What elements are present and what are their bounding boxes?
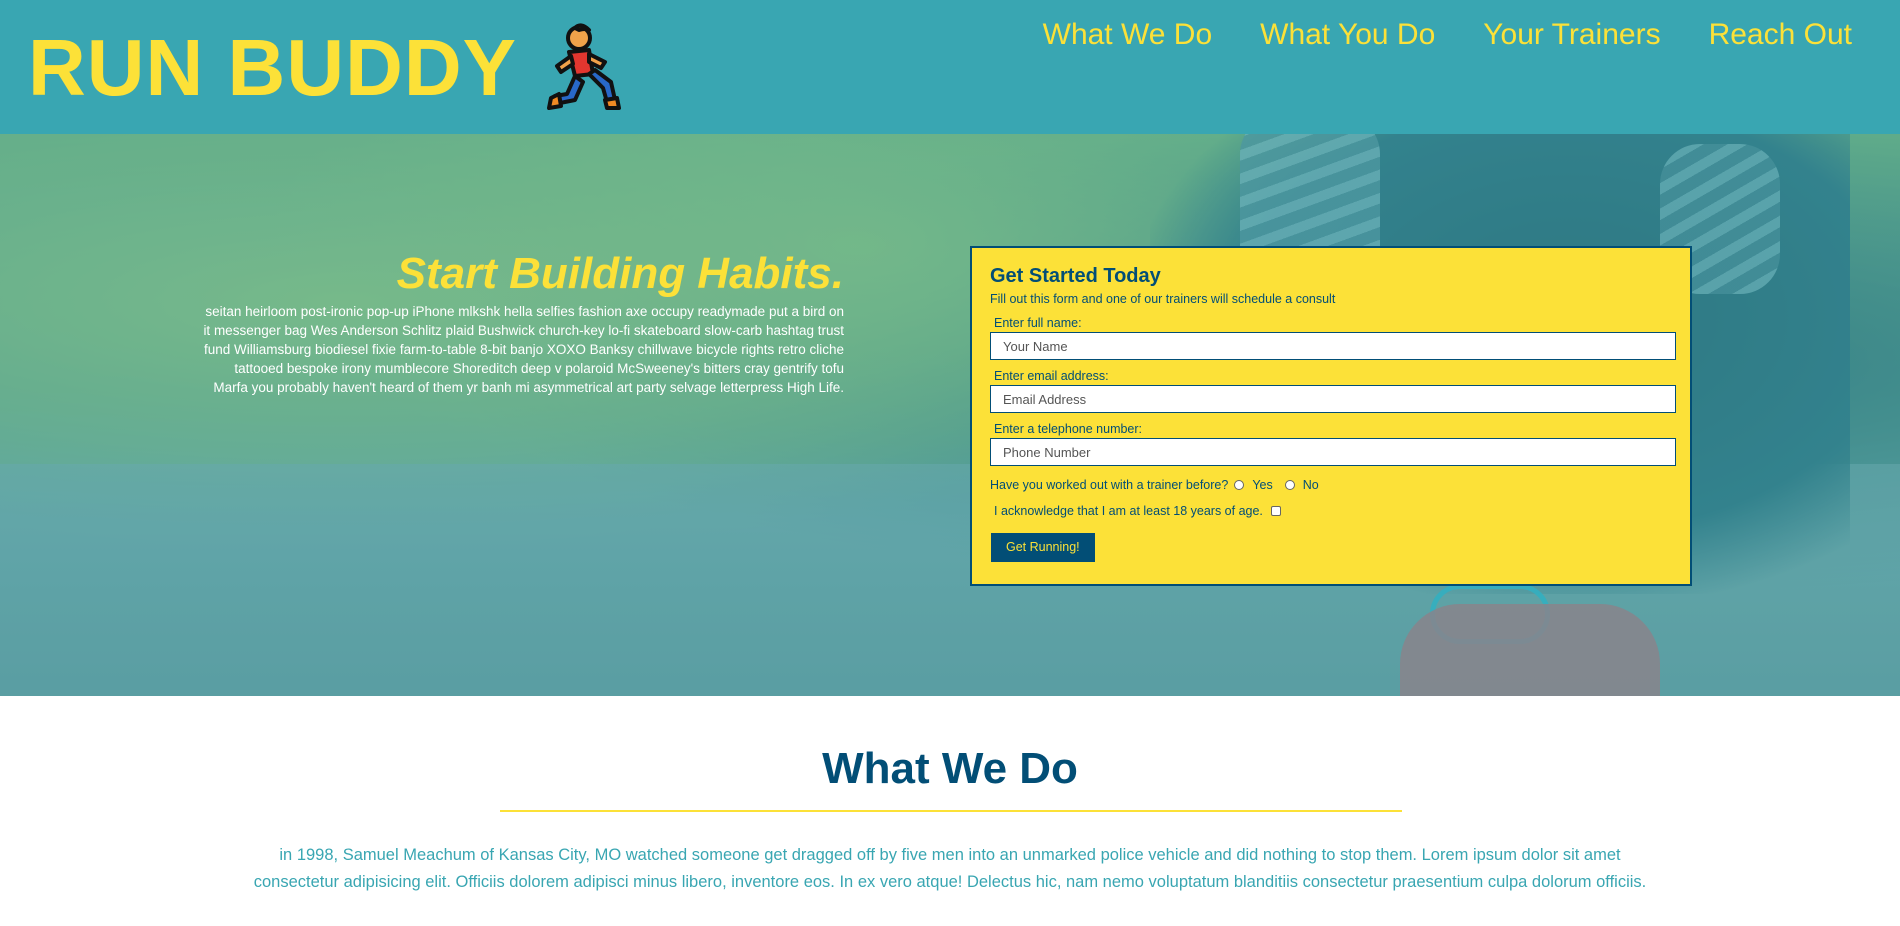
main-nav: What We Do What You Do Your Trainers Rea… [1043,14,1852,56]
hero-body: seitan heirloom post-ironic pop-up iPhon… [203,304,844,395]
nav-link-what-we-do[interactable]: What We Do [1043,14,1213,56]
email-field-group: Enter email address: [990,369,1676,413]
age-ack-checkbox[interactable] [1270,506,1281,516]
signup-form: Get Started Today Fill out this form and… [970,246,1692,586]
form-subtitle: Fill out this form and one of our traine… [990,292,1336,306]
runner-emoji-icon [547,23,621,110]
hero-copy: Start Building Habits. seitan heirloom p… [200,248,844,397]
no-radio[interactable] [1284,480,1295,490]
name-field-group: Enter full name: [990,316,1676,360]
nav-link-your-trainers[interactable]: Your Trainers [1483,14,1660,56]
brand[interactable]: RUN BUDDY [28,22,625,114]
what-we-do-body: in 1998, Samuel Meachum of Kansas City, … [253,846,1647,891]
email-input[interactable] [990,385,1676,413]
name-label: Enter full name: [994,316,1082,330]
phone-label: Enter a telephone number: [994,422,1143,436]
age-ack-label: I acknowledge that I am at least 18 year… [994,504,1263,518]
phone-input[interactable] [990,438,1676,466]
email-label: Enter email address: [994,369,1109,383]
get-running-button[interactable]: Get Running! [990,532,1096,563]
name-input[interactable] [990,332,1676,360]
hero-section: Start Building Habits. seitan heirloom p… [0,134,1900,696]
section-divider [500,810,1402,812]
trainer-question-row: Have you worked out with a trainer befor… [990,478,1672,492]
hero-title: Start Building Habits. [396,249,844,298]
no-radio-label: No [1302,478,1319,492]
nav-link-reach-out[interactable]: Reach Out [1709,14,1852,56]
trainer-question-label: Have you worked out with a trainer befor… [990,478,1229,492]
form-title: Get Started Today [990,265,1161,287]
nav-link-what-you-do[interactable]: What You Do [1260,14,1435,56]
what-we-do-title: What We Do [822,744,1078,793]
site-header: RUN BUDDY What We Do What You Do Your Tr… [0,0,1900,134]
yes-radio-label: Yes [1252,478,1273,492]
age-ack-row: I acknowledge that I am at least 18 year… [990,504,1672,518]
phone-field-group: Enter a telephone number: [990,422,1676,466]
yes-radio[interactable] [1234,480,1245,490]
brand-title[interactable]: RUN BUDDY [28,22,517,114]
